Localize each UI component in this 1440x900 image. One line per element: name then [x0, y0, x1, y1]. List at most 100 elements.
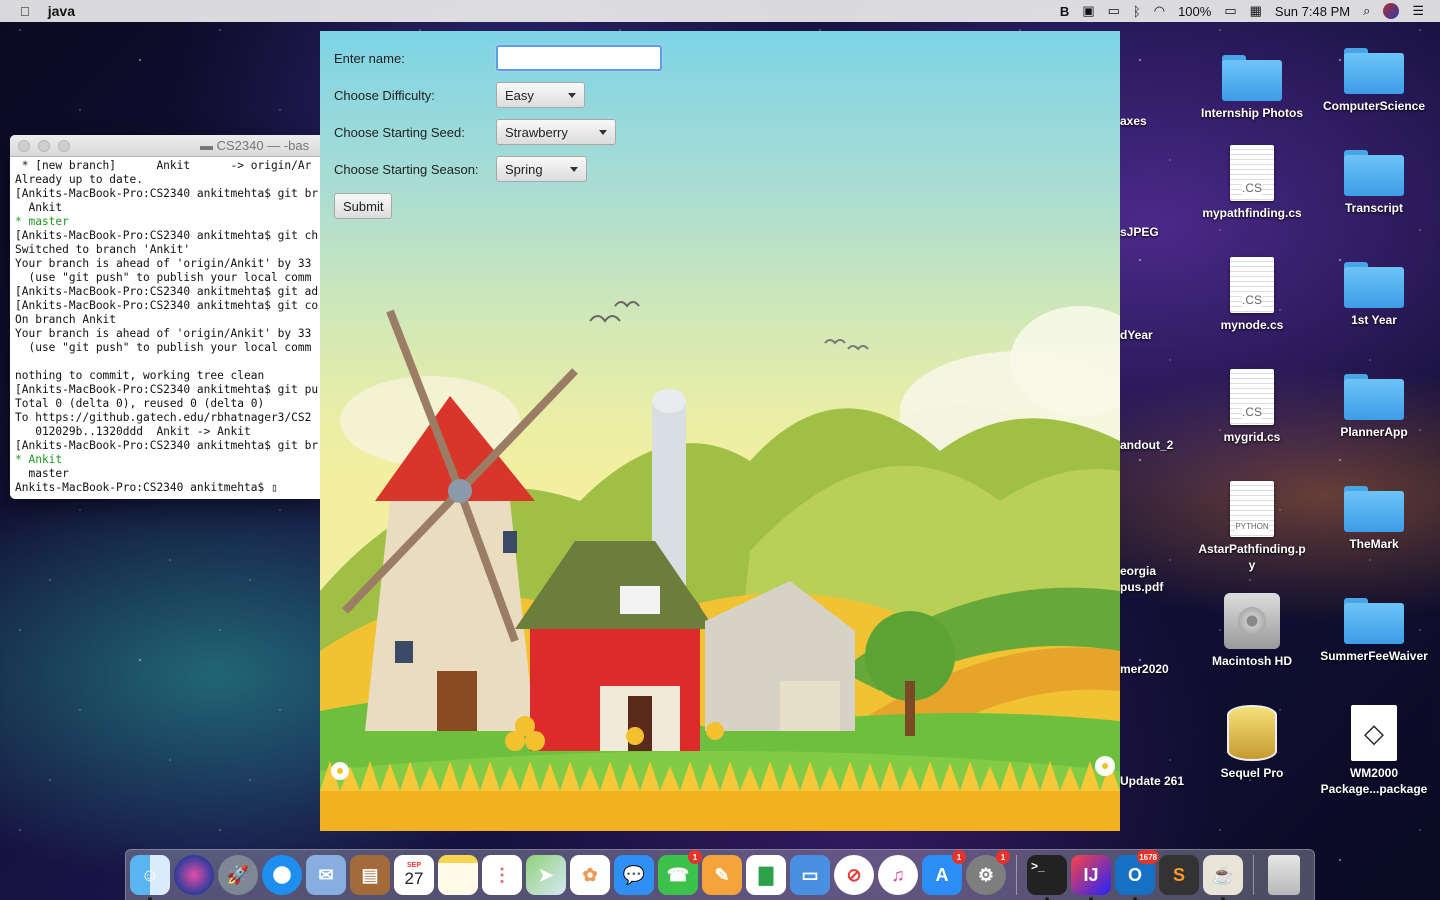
seed-row: Choose Starting Seed: Strawberry	[334, 119, 616, 145]
intellij-icon[interactable]: IJ	[1071, 855, 1111, 900]
terminal-line: [Ankits-MacBook-Pro:CS2340 ankitmehta$ g…	[15, 285, 319, 298]
notes-icon[interactable]	[438, 855, 478, 895]
notification-center-icon[interactable]: ☰	[1412, 2, 1424, 20]
unity-package-icon: ◇	[1351, 705, 1397, 761]
desktop-icon[interactable]: Macintosh HD	[1192, 593, 1312, 669]
partial-label[interactable]: eorgia	[1120, 564, 1156, 578]
status-b-icon[interactable]: B	[1060, 2, 1069, 20]
siri-icon[interactable]	[174, 855, 214, 895]
apple-menu-icon[interactable]: 	[20, 2, 30, 20]
contacts-icon[interactable]: ▤	[350, 855, 390, 895]
pages-icon[interactable]: ✎	[702, 855, 742, 895]
bluetooth-icon[interactable]: ᛒ	[1133, 2, 1141, 20]
outlook-icon[interactable]: O 1678	[1115, 850, 1159, 900]
reminders-icon[interactable]: ⋮	[482, 855, 522, 895]
calendar-icon[interactable]: SEP 27	[394, 855, 434, 895]
desktop-icon-label: AstarPathfinding.p y	[1198, 542, 1306, 572]
folder-icon	[1344, 374, 1404, 420]
terminal-line: * [new branch] Ankit -> origin/Ar	[15, 159, 312, 172]
terminal-line: Switched to branch 'Ankit'	[15, 243, 191, 256]
facetime-icon[interactable]: ☎ 1	[658, 850, 702, 895]
desktop-icon[interactable]: .CS mypathfinding.cs	[1192, 145, 1312, 221]
news-icon[interactable]: ⊘	[834, 855, 874, 895]
partial-label[interactable]: Update 261	[1120, 774, 1184, 788]
sublime-icon[interactable]: S	[1159, 855, 1199, 895]
terminal-line: nothing to commit, working tree clean	[15, 369, 265, 382]
partial-label[interactable]: mer2020	[1120, 662, 1169, 676]
minimize-button[interactable]	[38, 139, 50, 152]
terminal-line: master	[15, 467, 69, 480]
desktop-icon[interactable]: PlannerApp	[1314, 374, 1434, 440]
terminal-icon[interactable]: >_	[1027, 855, 1067, 900]
launchpad-icon[interactable]: 🚀	[218, 855, 258, 895]
submit-button[interactable]: Submit	[334, 193, 393, 219]
partial-label[interactable]: pus.pdf	[1120, 580, 1163, 594]
wifi-icon[interactable]: ◠	[1154, 2, 1165, 20]
seed-dropdown[interactable]: Strawberry	[496, 119, 616, 145]
system-preferences-icon[interactable]: ⚙ 1	[966, 850, 1010, 895]
desktop-icon[interactable]: ◇ WM2000 Package...package	[1314, 705, 1434, 797]
terminal-titlebar[interactable]: ▬ CS2340 — -bas	[10, 135, 322, 157]
app-menu-java[interactable]: java	[48, 3, 75, 19]
numbers-icon[interactable]: ▇	[746, 855, 786, 895]
partial-label[interactable]: dYear	[1120, 328, 1153, 342]
desktop-icon[interactable]: SummerFeeWaiver	[1314, 598, 1434, 664]
name-input[interactable]	[496, 45, 662, 71]
photos-icon[interactable]: ✿	[570, 855, 610, 895]
close-button[interactable]	[18, 139, 30, 152]
difficulty-value: Easy	[505, 87, 534, 103]
terminal-output[interactable]: * [new branch] Ankit -> origin/Ar Already…	[10, 157, 322, 497]
desktop-icon-label: SummerFeeWaiver	[1320, 649, 1428, 663]
battery-percent[interactable]: 100%	[1178, 2, 1211, 20]
siri-icon[interactable]	[1383, 3, 1400, 19]
desktop-icon-label: mypathfinding.cs	[1202, 206, 1302, 220]
trash-icon[interactable]	[1268, 855, 1300, 895]
terminal-line: Ankit	[15, 201, 63, 214]
desktop-icon[interactable]: Internship Photos	[1192, 55, 1312, 121]
battery-icon[interactable]: ▭	[1224, 2, 1236, 20]
app-store-icon[interactable]: A1	[922, 850, 966, 895]
difficulty-dropdown[interactable]: Easy	[496, 82, 585, 108]
keynote-icon[interactable]: ▭	[790, 855, 830, 895]
document-icon: PYTHON	[1230, 481, 1274, 537]
dock-separator	[1253, 855, 1254, 895]
maps-icon[interactable]: ➤	[526, 855, 566, 895]
spotlight-icon[interactable]: ⌕	[1363, 2, 1370, 20]
terminal-line: To https://github.gatech.edu/rbhatnager3…	[15, 411, 312, 424]
zoom-button[interactable]	[58, 139, 70, 152]
airplay-icon[interactable]: ▭	[1108, 2, 1120, 20]
difficulty-label: Choose Difficulty:	[334, 87, 435, 103]
safari-icon[interactable]: ◈	[262, 855, 302, 895]
mail-icon[interactable]: ✉	[306, 855, 346, 895]
file-extension: .CS	[1241, 181, 1262, 195]
java-icon[interactable]: ☕	[1203, 855, 1243, 900]
desktop-icon[interactable]: Sequel Pro	[1192, 705, 1312, 781]
desktop-icon[interactable]: PYTHON AstarPathfinding.p y	[1192, 481, 1312, 573]
seed-value: Strawberry	[505, 124, 568, 140]
finder-icon[interactable]: ☺	[130, 855, 170, 900]
docker-icon[interactable]: ▣	[1082, 2, 1094, 20]
partial-label[interactable]: andout_2	[1120, 438, 1173, 452]
clock[interactable]: Sun 7:48 PM	[1275, 2, 1350, 20]
input-source-icon[interactable]: ▦	[1250, 2, 1262, 20]
terminal-line: (use "git push" to publish your local co…	[15, 271, 312, 284]
desktop-icon[interactable]: 1st Year	[1314, 262, 1434, 328]
desktop-icon[interactable]: Transcript	[1314, 150, 1434, 216]
desktop-icon[interactable]: TheMark	[1314, 486, 1434, 552]
itunes-icon[interactable]: ♫	[878, 855, 918, 895]
partial-label[interactable]: axes	[1120, 114, 1147, 128]
terminal-line: Ankits-MacBook-Pro:CS2340 ankitmehta$ ▯	[15, 481, 278, 494]
terminal-window[interactable]: ▬ CS2340 — -bas * [new branch] Ankit -> …	[10, 135, 322, 499]
messages-icon[interactable]: 💬	[614, 855, 654, 895]
desktop-icon[interactable]: .CS mynode.cs	[1192, 257, 1312, 333]
calendar-month: SEP	[406, 861, 421, 869]
season-dropdown[interactable]: Spring	[496, 156, 587, 182]
desktop-icon-label: WM2000 Package...package	[1320, 766, 1428, 796]
folder-icon	[1344, 262, 1404, 308]
desktop-icon[interactable]: ComputerScience	[1314, 48, 1434, 114]
terminal-line: (use "git push" to publish your local co…	[15, 341, 312, 354]
desktop-icon[interactable]: .CS mygrid.cs	[1192, 369, 1312, 445]
season-label: Choose Starting Season:	[334, 161, 479, 177]
desktop-icon-label: PlannerApp	[1340, 425, 1408, 439]
partial-label[interactable]: sJPEG	[1120, 225, 1159, 239]
